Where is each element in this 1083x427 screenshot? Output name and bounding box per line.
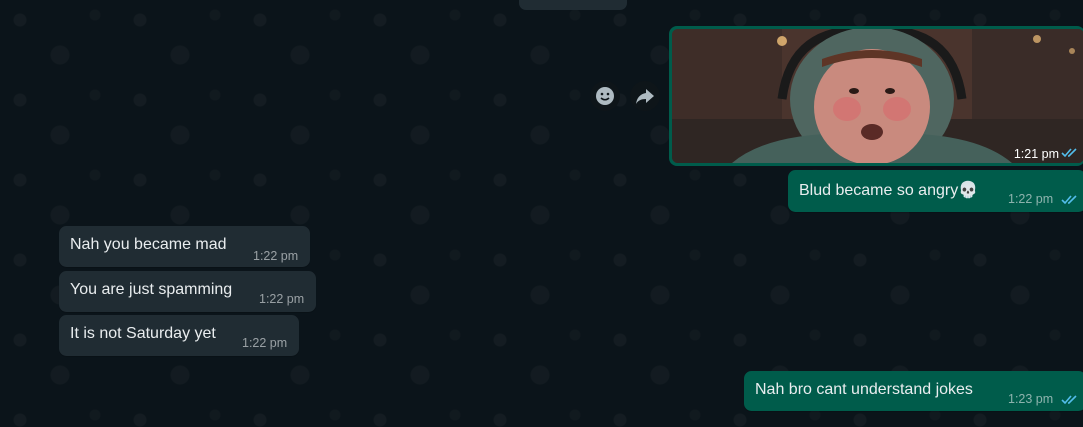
- outgoing-message[interactable]: Blud became so angry💀 1:22 pm: [788, 170, 1083, 212]
- video-thumbnail[interactable]: [672, 29, 1083, 163]
- double-check-read-icon: [1061, 148, 1077, 158]
- forward-button[interactable]: [630, 81, 660, 111]
- outgoing-message[interactable]: Nah bro cant understand jokes 1:23 pm: [744, 371, 1083, 411]
- image-message[interactable]: 1:21 pm: [669, 26, 1083, 166]
- react-emoji-button[interactable]: [590, 81, 620, 111]
- message-text: You are just spamming: [70, 281, 233, 298]
- incoming-message[interactable]: It is not Saturday yet 1:22 pm: [59, 315, 299, 356]
- message-timestamp: 1:22 pm: [242, 336, 288, 350]
- message-timestamp: 1:23 pm: [1008, 392, 1054, 406]
- incoming-message[interactable]: You are just spamming 1:22 pm: [59, 271, 316, 312]
- message-text: Nah you became mad: [70, 236, 227, 253]
- message-text: Nah bro cant understand jokes: [755, 381, 973, 398]
- message-timestamp: 1:22 pm: [1008, 192, 1054, 206]
- message-text: It is not Saturday yet: [70, 325, 216, 342]
- incoming-message[interactable]: Nah you became mad 1:22 pm: [59, 226, 310, 267]
- previous-message-edge: [519, 0, 627, 10]
- message-timestamp: 1:22 pm: [253, 249, 299, 263]
- message-timestamp: 1:22 pm: [259, 292, 305, 306]
- emoji-smile-icon: [596, 87, 614, 105]
- forward-arrow-icon: [636, 89, 654, 104]
- image-timestamp: 1:21 pm: [1013, 147, 1059, 161]
- double-check-read-icon: [1061, 395, 1077, 405]
- thumbnail-scene: [672, 29, 1083, 163]
- double-check-read-icon: [1061, 195, 1077, 205]
- message-text: Blud became so angry💀: [799, 182, 979, 199]
